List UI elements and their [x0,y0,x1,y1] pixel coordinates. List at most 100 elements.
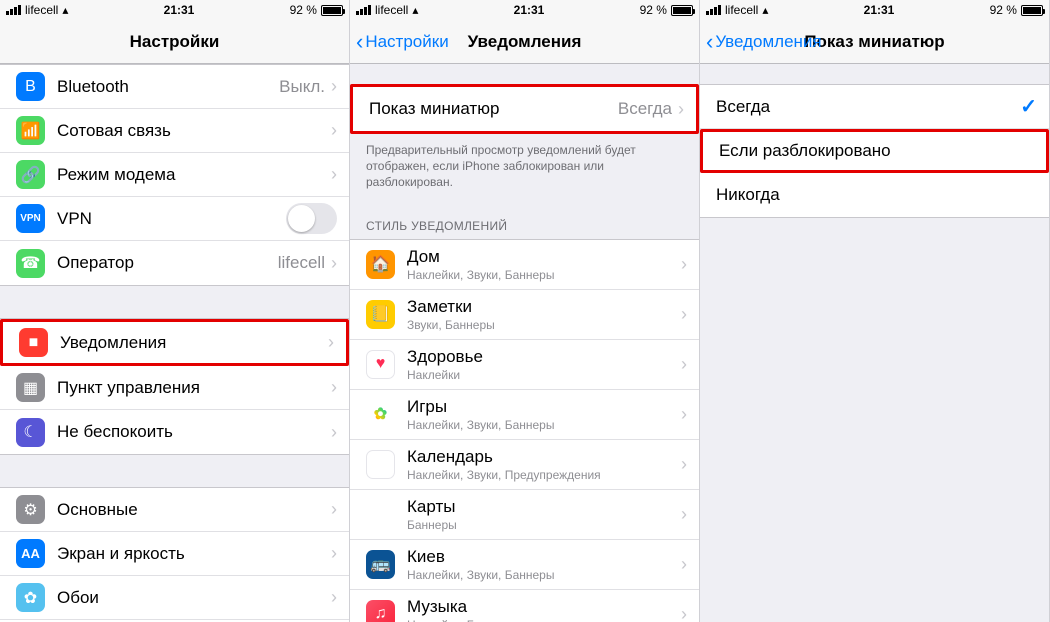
row-label: Календарь [407,447,681,467]
status-time: 21:31 [164,3,195,17]
nav-title: Уведомления [468,32,582,52]
options-list: Всегда✓Если разблокировано Никогда [700,84,1049,218]
row-bluetooth[interactable]: B BluetoothВыкл. › [0,65,349,109]
games-icon: ✿ [366,400,395,429]
row-label: Экран и яркость [57,544,331,564]
row-label: Основные [57,500,331,520]
row-sublabel: Наклейки, Звуки, Предупреждения [407,468,681,482]
status-time: 21:31 [514,3,545,17]
carrier-label: lifecell [25,3,58,17]
row-label: Пункт управления [57,378,331,398]
chevron-right-icon: › [681,254,687,275]
vpn-icon: VPN [16,204,45,233]
row-здоровье[interactable]: ♥ЗдоровьеНаклейки› [350,340,699,390]
notes-icon: 📒 [366,300,395,329]
battery-pct: 92 % [290,3,317,17]
row-сотовая-связь[interactable]: 📶Сотовая связь› [0,109,349,153]
status-bar: lifecell ▴ 21:31 92 % [0,0,349,20]
row-никогда[interactable]: Никогда [700,173,1049,217]
general-icon: ⚙ [16,495,45,524]
wifi-icon: ▴ [62,3,68,17]
row-календарь[interactable]: 4 КалендарьНаклейки, Звуки, Предупреждени… [350,440,699,490]
row-всегда[interactable]: Всегда✓ [700,85,1049,129]
row-label: VPN [57,209,286,229]
battery-icon [321,5,343,16]
battery-icon [671,5,693,16]
chevron-right-icon: › [331,587,337,608]
control-icon: ▦ [16,373,45,402]
chevron-right-icon: › [681,304,687,325]
row-уведомления[interactable]: ■ Уведомления› [0,319,349,366]
row-label: Не беспокоить [57,422,331,442]
row-пункт-управления[interactable]: ▦Пункт управления› [0,366,349,410]
nav-header: ‹ Уведомления Показ миниатюр [700,20,1049,64]
wall-icon: ✿ [16,583,45,612]
row-label: Уведомления [60,333,328,353]
row-label: Здоровье [407,347,681,367]
row-value: Всегда [618,99,672,119]
status-bar: lifecell ▴ 21:31 92 % [700,0,1049,20]
row-игры[interactable]: ✿ИгрыНаклейки, Звуки, Баннеры› [350,390,699,440]
row-label: Музыка [407,597,681,617]
nav-header: ‹ Настройки Уведомления [350,20,699,64]
back-button[interactable]: ‹ Уведомления [706,31,822,53]
row-обои[interactable]: ✿ Обои› [0,576,349,620]
back-button[interactable]: ‹ Настройки [356,31,449,53]
row-заметки[interactable]: 📒 ЗаметкиЗвуки, Баннеры› [350,290,699,340]
row-label: Сотовая связь [57,121,331,141]
settings-group-3: ⚙Основные›AAЭкран и яркость›✿Обои›🔊Звуки… [0,487,349,622]
row-label: Bluetooth [57,77,279,97]
row-sublabel: Наклейки, Баннеры [407,618,681,622]
row-если-разблокировано[interactable]: Если разблокировано [700,129,1049,173]
status-bar: lifecell ▴ 21:31 92 % [350,0,699,20]
chevron-right-icon: › [331,499,337,520]
cal-icon: 4 [366,450,395,479]
row-label: Никогда [716,185,1037,205]
preview-footer: Предварительный просмотр уведомлений буд… [350,134,699,205]
chevron-right-icon: › [678,99,684,120]
battery-pct: 92 % [990,3,1017,17]
carrier-label: lifecell [725,3,758,17]
row-режим-модема[interactable]: 🔗Режим модема› [0,153,349,197]
bluetooth-icon: B [16,72,45,101]
battery-pct: 92 % [640,3,667,17]
chevron-right-icon: › [331,76,337,97]
row-label: Киев [407,547,681,567]
apps-list: 🏠ДомНаклейки, Звуки, Баннеры› 📒 ЗаметкиЗву… [350,239,699,622]
pane-settings: lifecell ▴ 21:31 92 % Настройки B Bluetoo… [0,0,350,622]
chevron-right-icon: › [681,404,687,425]
row-label: Заметки [407,297,681,317]
chevron-left-icon: ‹ [706,31,713,53]
hotspot-icon: 🔗 [16,160,45,189]
row-sublabel: Наклейки, Звуки, Баннеры [407,268,681,282]
nav-title: Настройки [130,32,220,52]
row-дом[interactable]: 🏠ДомНаклейки, Звуки, Баннеры› [350,240,699,290]
notif-icon: ■ [19,328,48,357]
row-киев[interactable]: 🚌КиевНаклейки, Звуки, Баннеры› [350,540,699,590]
settings-group-2: ■ Уведомления› ▦ Пункт управления › ☾Не беспо… [0,318,349,455]
chevron-right-icon: › [328,332,334,353]
row-оператор[interactable]: ☎Операторlifecell› [0,241,349,285]
row-label: Показ миниатюр [369,99,618,119]
row-sublabel: Звуки, Баннеры [407,318,681,332]
row-sublabel: Наклейки [407,368,681,382]
row-экран-и-яркость[interactable]: AAЭкран и яркость› [0,532,349,576]
row-карты[interactable]: 🗺КартыБаннеры› [350,490,699,540]
row-value: Выкл. [279,77,325,97]
pane-notifications: lifecell ▴ 21:31 92 % ‹ Настройки Уведом… [350,0,700,622]
row-show-previews[interactable]: Показ миниатюр Всегда › [353,87,696,131]
row-label: Обои [57,588,331,608]
preview-group: Показ миниатюр Всегда › [350,84,699,134]
kyiv-icon: 🚌 [366,550,395,579]
toggle[interactable] [286,203,337,234]
row-не-беспокоить[interactable]: ☾Не беспокоить› [0,410,349,454]
row-музыка[interactable]: ♫МузыкаНаклейки, Баннеры› [350,590,699,622]
chevron-right-icon: › [331,120,337,141]
row-label: Игры [407,397,681,417]
chevron-right-icon: › [681,354,687,375]
row-основные[interactable]: ⚙ Основные› [0,488,349,532]
carrier-icon: ☎ [16,249,45,278]
maps-icon: 🗺 [366,500,395,529]
row-value: lifecell [278,253,325,273]
row-vpn[interactable]: VPN VPN [0,197,349,241]
